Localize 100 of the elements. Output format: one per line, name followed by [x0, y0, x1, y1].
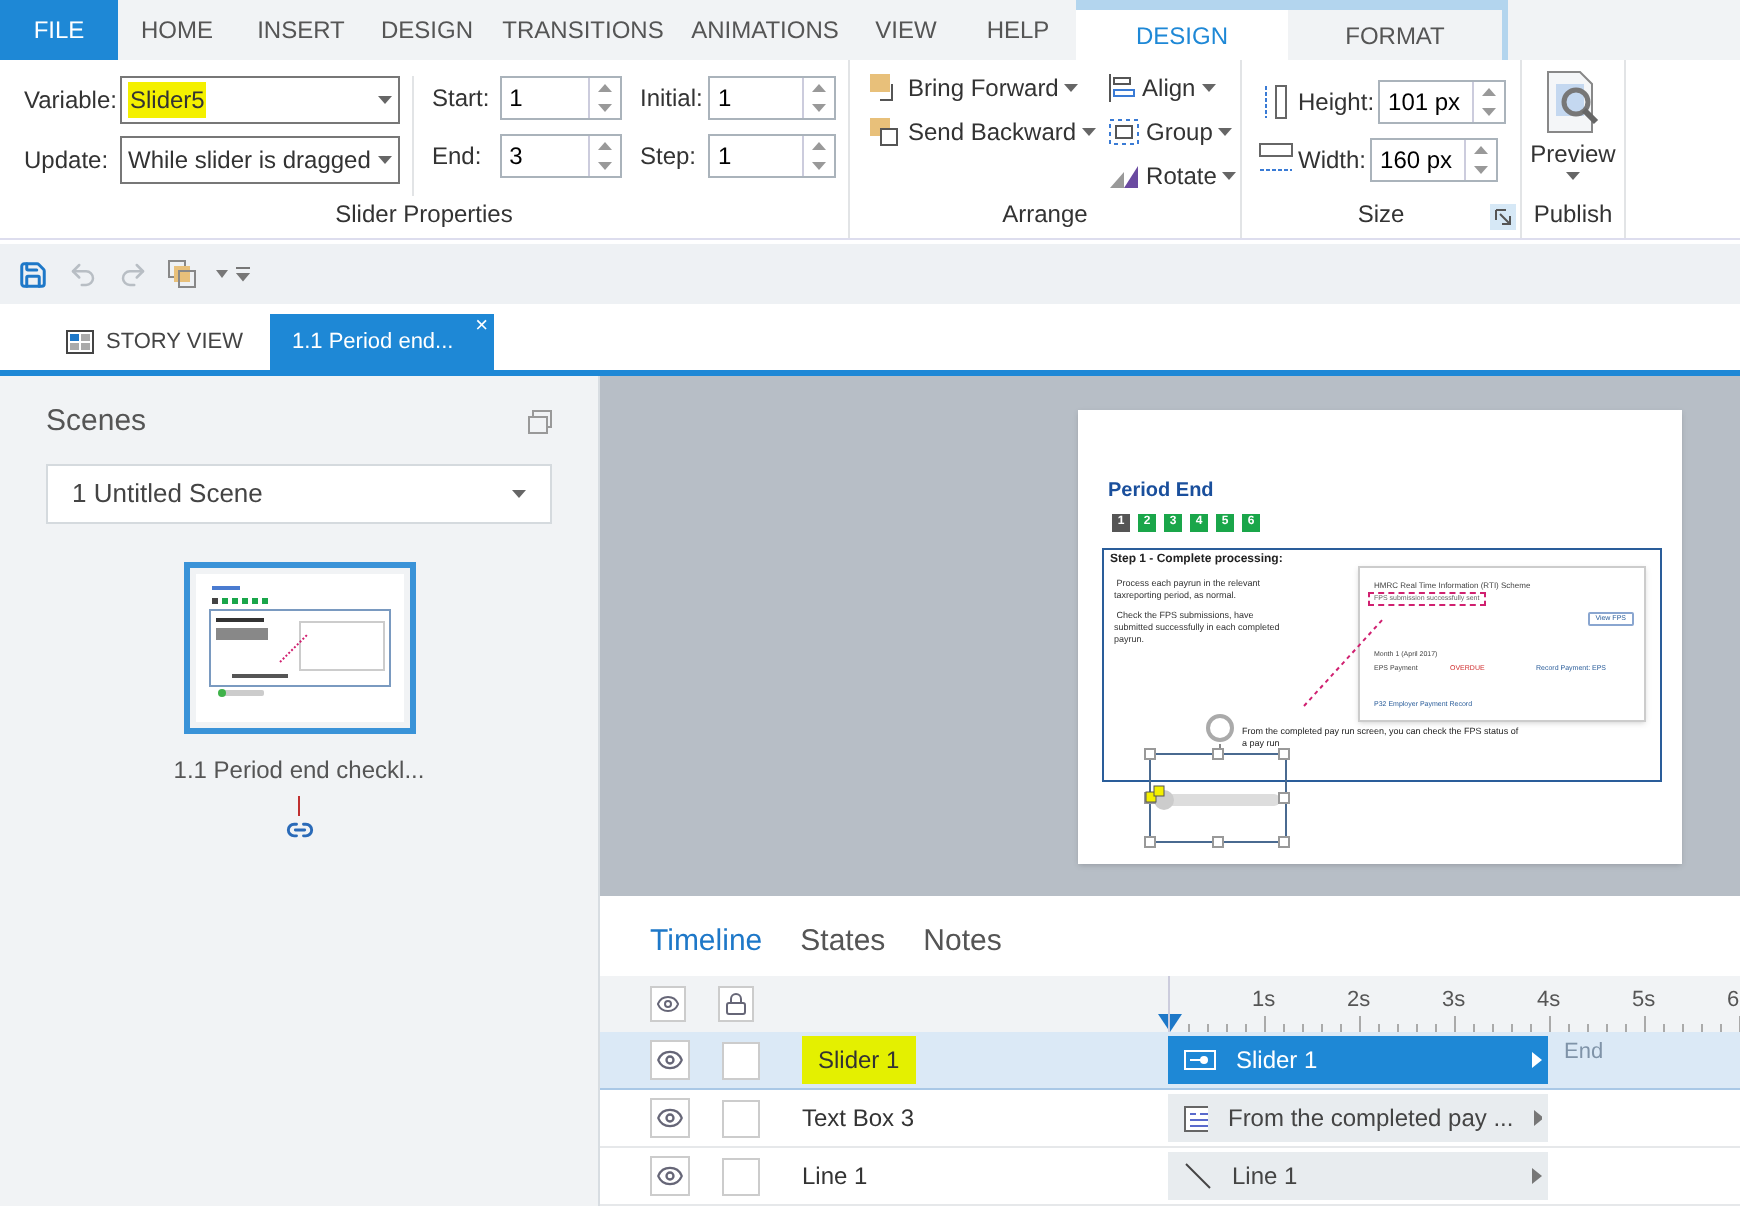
spin-up-icon[interactable]: [812, 84, 826, 92]
layer-name: Slider 1: [802, 1036, 916, 1084]
field-label: Initial:: [640, 82, 700, 116]
scene-dropdown[interactable]: 1 Untitled Scene: [46, 463, 552, 523]
lock-checkbox[interactable]: [722, 1157, 760, 1195]
ribbon-tab[interactable]: HOME: [118, 0, 236, 60]
lock-checkbox[interactable]: [722, 1099, 760, 1137]
tick-label: 2s: [1347, 986, 1371, 1016]
undo-icon[interactable]: [68, 259, 98, 289]
panel-title: Scenes: [46, 402, 147, 442]
restore-window-icon[interactable]: [528, 410, 552, 435]
spin-field[interactable]: 1: [708, 76, 836, 120]
caret-icon: [1201, 84, 1216, 92]
visibility-toggle[interactable]: [650, 1098, 690, 1138]
save-icon[interactable]: [18, 259, 48, 289]
field-label: End:: [432, 140, 484, 174]
story-view-icon: [66, 330, 94, 354]
timeline-tab[interactable]: Notes: [923, 919, 1002, 964]
close-tab-button[interactable]: ×: [475, 314, 488, 338]
field-label: Variable:: [24, 84, 112, 118]
spin-field[interactable]: 160 px: [1370, 138, 1499, 182]
spin-up-icon[interactable]: [598, 142, 612, 150]
ribbon-tab[interactable]: VIEW: [852, 0, 960, 60]
spin-field[interactable]: 101 px: [1378, 80, 1507, 124]
caret-icon: [378, 96, 392, 104]
arrange-button[interactable]: Rotate: [1108, 160, 1237, 192]
redo-icon[interactable]: [118, 259, 148, 289]
rotate-icon: [1108, 162, 1141, 190]
spin-down-icon[interactable]: [812, 104, 826, 112]
lock-checkbox[interactable]: [722, 1041, 760, 1079]
ribbon-tab[interactable]: DESIGN: [366, 0, 488, 60]
ribbon-tab[interactable]: FORMAT: [1288, 0, 1508, 60]
group-label: Slider Properties: [333, 198, 515, 232]
caret-icon: [1082, 128, 1097, 136]
document-tab[interactable]: 1.1 Period end... ×: [270, 314, 494, 370]
slide-title: Period End: [1108, 478, 1214, 506]
ribbon-tab[interactable]: DESIGN: [1076, 0, 1288, 60]
preview-button[interactable]: Preview: [1530, 60, 1616, 196]
timeline-bar[interactable]: From the completed pay ...: [1168, 1094, 1548, 1142]
ribbon-tab[interactable]: TRANSITIONS: [488, 0, 678, 60]
group-icon: [1108, 118, 1141, 146]
dropdown-field[interactable]: Slider5: [120, 76, 400, 124]
caret-icon: [512, 489, 526, 497]
customize-menu-icon[interactable]: [216, 266, 252, 282]
field-label: Width:: [1298, 144, 1367, 178]
caret-icon: [1222, 172, 1237, 180]
spin-field[interactable]: 3: [499, 134, 622, 178]
dialog-launcher-icon[interactable]: [1490, 204, 1516, 230]
field-label: Update:: [24, 144, 111, 178]
layer-name: Text Box 3: [802, 1102, 915, 1136]
spin-up-icon[interactable]: [1474, 146, 1489, 154]
group-label: Publish: [1533, 198, 1613, 232]
slide-thumbnail[interactable]: [183, 561, 415, 733]
document-tab[interactable]: STORY VIEW: [0, 314, 270, 370]
expand-arrow-icon[interactable]: [1532, 1168, 1542, 1184]
spin-up-icon[interactable]: [1482, 88, 1497, 96]
timeline-bar[interactable]: Line 1: [1168, 1152, 1548, 1200]
caret-icon: [378, 156, 392, 164]
timeline-bar[interactable]: Slider 1: [1168, 1036, 1548, 1084]
eye-icon[interactable]: [650, 986, 686, 1022]
tick-label: 6: [1727, 986, 1740, 1016]
spin-field[interactable]: 1: [499, 76, 622, 120]
ribbon-tab[interactable]: HELP: [960, 0, 1076, 60]
layers-icon[interactable]: [168, 260, 196, 288]
timeline-row[interactable]: Line 1 Line 1: [600, 1148, 1740, 1206]
send-backward-icon: [870, 118, 902, 146]
caret-icon: [1218, 128, 1233, 136]
arrange-button[interactable]: Send Backward: [870, 116, 1097, 148]
slide-label: 1.1 Period end checkl...: [173, 753, 425, 787]
ribbon-tab[interactable]: FILE: [0, 0, 118, 60]
expand-arrow-icon[interactable]: [1532, 1052, 1542, 1068]
expand-arrow-icon[interactable]: [1533, 1110, 1542, 1126]
ribbon-tab[interactable]: ANIMATIONS: [678, 0, 852, 60]
spin-down-icon[interactable]: [812, 162, 826, 170]
visibility-toggle[interactable]: [650, 1156, 690, 1196]
spin-up-icon[interactable]: [598, 84, 612, 92]
spin-down-icon[interactable]: [1474, 166, 1489, 174]
arrange-button[interactable]: Bring Forward: [870, 72, 1097, 104]
group-label: Size: [1357, 198, 1405, 232]
ribbon-tab[interactable]: INSERT: [236, 0, 366, 60]
spin-down-icon[interactable]: [1482, 108, 1497, 116]
slider-icon: [1184, 1050, 1216, 1070]
field-label: Start:: [432, 82, 492, 116]
arrange-button[interactable]: Align: [1108, 72, 1237, 104]
spin-down-icon[interactable]: [598, 162, 612, 170]
timeline-tab[interactable]: Timeline: [650, 919, 763, 964]
visibility-toggle[interactable]: [650, 1040, 690, 1080]
timeline-row[interactable]: Slider 1 Slider 1 End: [600, 1032, 1740, 1090]
field-label: Height:: [1298, 86, 1375, 120]
timeline-row[interactable]: Text Box 3 From the completed pay ...: [600, 1090, 1740, 1148]
caret-icon: [1064, 84, 1079, 92]
lock-icon[interactable]: [718, 986, 754, 1022]
spin-up-icon[interactable]: [812, 142, 826, 150]
tick-label: 5s: [1632, 986, 1656, 1016]
timeline-tab[interactable]: States: [800, 919, 886, 964]
field-label: Step:: [640, 140, 699, 174]
spin-down-icon[interactable]: [598, 104, 612, 112]
spin-field[interactable]: 1: [708, 134, 836, 178]
arrange-button[interactable]: Group: [1108, 116, 1237, 148]
dropdown-field[interactable]: While slider is dragged: [120, 136, 400, 184]
